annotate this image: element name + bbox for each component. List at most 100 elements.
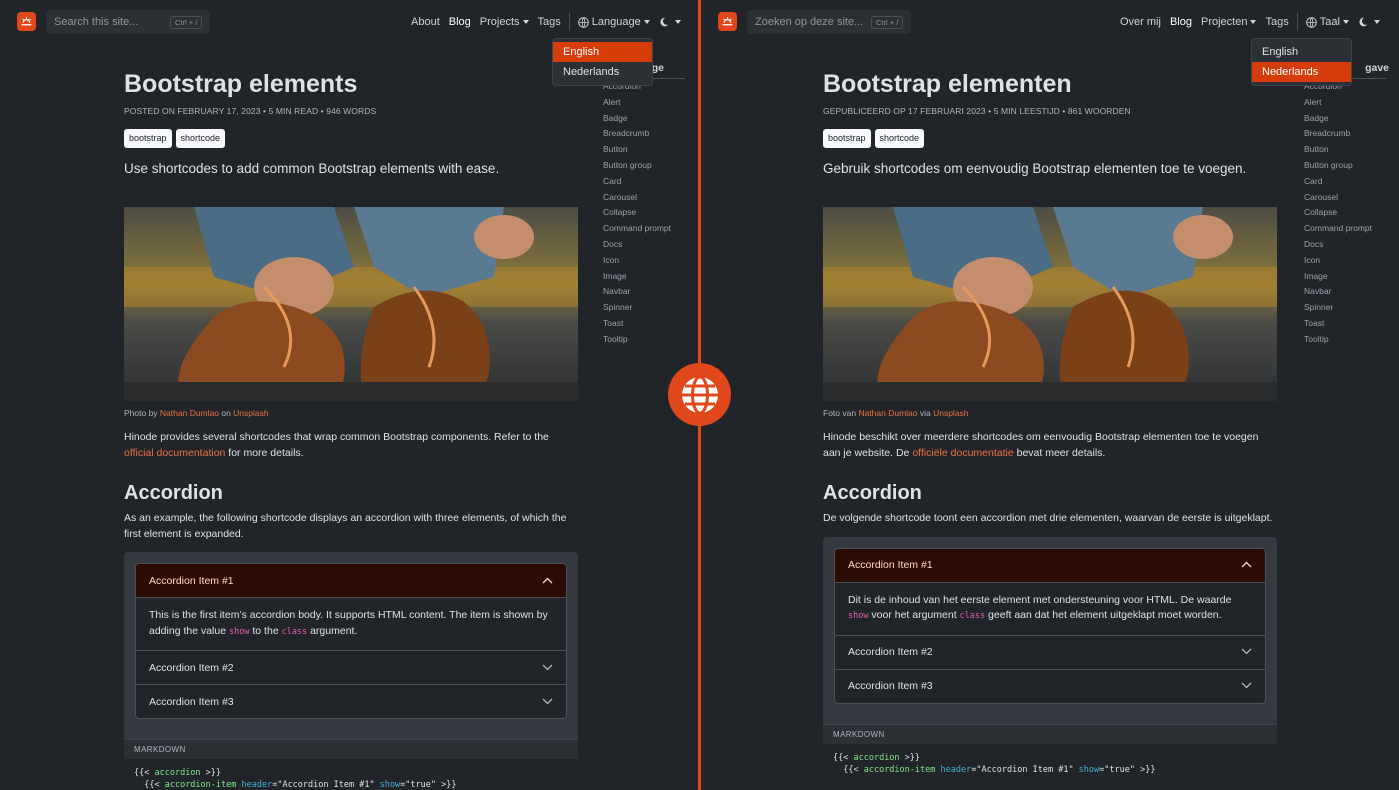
caption-author-link[interactable]: Nathan Dumlao [858, 408, 917, 418]
accordion-header-1[interactable]: Accordion Item #1 [136, 564, 566, 597]
accordion-header-3[interactable]: Accordion Item #3 [835, 670, 1265, 703]
nav-tags[interactable]: Tags [1265, 16, 1288, 28]
logo-icon[interactable] [17, 12, 36, 31]
search-input[interactable] [54, 16, 166, 28]
toc-item[interactable]: Breadcrumb [603, 126, 688, 142]
accordion-body: This is the first item’s accordion body.… [136, 597, 566, 650]
toc-item[interactable]: Command prompt [1304, 221, 1389, 237]
language-label: Taal [1319, 16, 1340, 28]
toc-item[interactable]: Alert [1304, 95, 1389, 111]
toc-item[interactable]: Image [603, 269, 688, 285]
tag-bootstrap[interactable]: bootstrap [124, 129, 172, 148]
toc-item[interactable]: Card [603, 174, 688, 190]
toc-item[interactable]: Image [1304, 269, 1389, 285]
toc-item[interactable]: Tooltip [1304, 332, 1389, 348]
accordion-header-3[interactable]: Accordion Item #3 [136, 685, 566, 718]
toc-item[interactable]: Button group [603, 158, 688, 174]
search-box[interactable]: Ctrl + / [46, 10, 211, 34]
tag-shortcode[interactable]: shortcode [175, 129, 226, 148]
example-box: Accordion Item #1 This is the first item… [124, 552, 578, 739]
toc-item[interactable]: Docs [603, 237, 688, 253]
accordion-body-text: voor het argument [868, 609, 960, 621]
language-option-english[interactable]: English [1252, 42, 1351, 62]
code-token: header [236, 780, 273, 790]
accordion-item: Accordion Item #3 [136, 684, 566, 718]
page-title: Bootstrap elementen [823, 70, 1072, 98]
toc-item[interactable]: Command prompt [603, 221, 688, 237]
tag-bootstrap[interactable]: bootstrap [823, 129, 871, 148]
code-token: "Accordion Item #1" [976, 764, 1074, 775]
nav-tags[interactable]: Tags [538, 16, 561, 28]
caption-mid: on [218, 408, 234, 418]
theme-toggle[interactable] [659, 16, 681, 28]
code-token: {{< [134, 780, 165, 790]
toc-item[interactable]: Badge [603, 111, 688, 127]
post-meta: POSTED ON FEBRUARY 17, 2023 • 5 MIN READ… [124, 106, 377, 116]
nav-about[interactable]: Over mij [1120, 16, 1161, 28]
accordion-header-2[interactable]: Accordion Item #2 [136, 651, 566, 684]
language-toggle[interactable]: Taal [1305, 16, 1349, 28]
nav-projects[interactable]: Projects [480, 16, 529, 28]
language-option-dutch[interactable]: Nederlands [553, 62, 652, 82]
nav-about[interactable]: About [411, 16, 440, 28]
language-option-dutch[interactable]: Nederlands [1252, 62, 1351, 82]
toc-item[interactable]: Button [603, 142, 688, 158]
docs-link[interactable]: officiële documentatie [912, 447, 1013, 459]
toc-item[interactable]: Navbar [1304, 284, 1389, 300]
accordion-item: Accordion Item #3 [835, 668, 1265, 703]
toc-item[interactable]: Button [1304, 142, 1389, 158]
accordion-header-2[interactable]: Accordion Item #2 [835, 636, 1265, 669]
language-option-english[interactable]: English [553, 42, 652, 62]
toc-item[interactable]: Spinner [603, 300, 688, 316]
toc-item[interactable]: Breadcrumb [1304, 126, 1389, 142]
accordion-header-1[interactable]: Accordion Item #1 [835, 548, 1265, 582]
code-block: {{< accordion >}} {{< accordion-item hea… [124, 759, 578, 790]
toc-item[interactable]: Button group [1304, 158, 1389, 174]
toc-item[interactable]: Carousel [603, 190, 688, 206]
code-token: >}} [1135, 764, 1156, 775]
toc-item[interactable]: Docs [1304, 237, 1389, 253]
code-token: {{< [134, 768, 155, 778]
toc-item[interactable]: Icon [603, 253, 688, 269]
toc-item[interactable]: Alert [603, 95, 688, 111]
toc-item[interactable]: Icon [1304, 253, 1389, 269]
toc-item[interactable]: Toast [1304, 316, 1389, 332]
inline-code: class [281, 626, 308, 637]
docs-link[interactable]: official documentation [124, 447, 225, 459]
search-input[interactable] [755, 16, 867, 28]
nav-projects[interactable]: Projecten [1201, 16, 1257, 28]
toc-item[interactable]: Collapse [1304, 205, 1389, 221]
toc-item[interactable]: Toast [603, 316, 688, 332]
caption-site-link[interactable]: Unsplash [933, 408, 968, 418]
theme-toggle[interactable] [1358, 16, 1380, 28]
accordion-header-label: Accordion Item #3 [848, 680, 933, 692]
code-token: >}} [200, 768, 222, 778]
intro-text-1: Hinode provides several shortcodes that … [124, 431, 549, 443]
caption-author-link[interactable]: Nathan Dumlao [160, 408, 219, 418]
moon-icon [659, 17, 669, 27]
code-token: {{< [833, 752, 854, 763]
toc-item[interactable]: Carousel [1304, 190, 1389, 206]
language-toggle[interactable]: Language [577, 16, 650, 28]
code-token: show [1073, 764, 1100, 775]
section-heading-accordion: Accordion [124, 482, 223, 504]
toc-item[interactable]: Collapse [603, 205, 688, 221]
nav-blog[interactable]: Blog [449, 16, 471, 28]
toc-item[interactable]: Badge [1304, 111, 1389, 127]
toc-item[interactable]: Card [1304, 174, 1389, 190]
toc-list: Accordion Alert Badge Breadcrumb Button Butto… [1304, 79, 1389, 348]
nav-blog[interactable]: Blog [1170, 16, 1192, 28]
tag-shortcode[interactable]: shortcode [874, 129, 925, 148]
toc-item[interactable]: Spinner [1304, 300, 1389, 316]
inline-code: show [228, 626, 250, 637]
accordion-intro: De volgende shortcode toont een accordio… [823, 512, 1273, 524]
search-shortcut: Ctrl + / [871, 15, 904, 29]
dutch-pane: Ctrl + / Over mij Blog Projecten Tags Ta… [701, 0, 1399, 790]
toc-item[interactable]: Tooltip [603, 332, 688, 348]
moon-icon [1358, 17, 1368, 27]
caption-site-link[interactable]: Unsplash [233, 408, 268, 418]
search-box[interactable]: Ctrl + / [747, 10, 912, 34]
logo-icon[interactable] [718, 12, 737, 31]
example-box: Accordion Item #1 Dit is de inhoud van h… [823, 536, 1277, 724]
toc-item[interactable]: Navbar [603, 284, 688, 300]
